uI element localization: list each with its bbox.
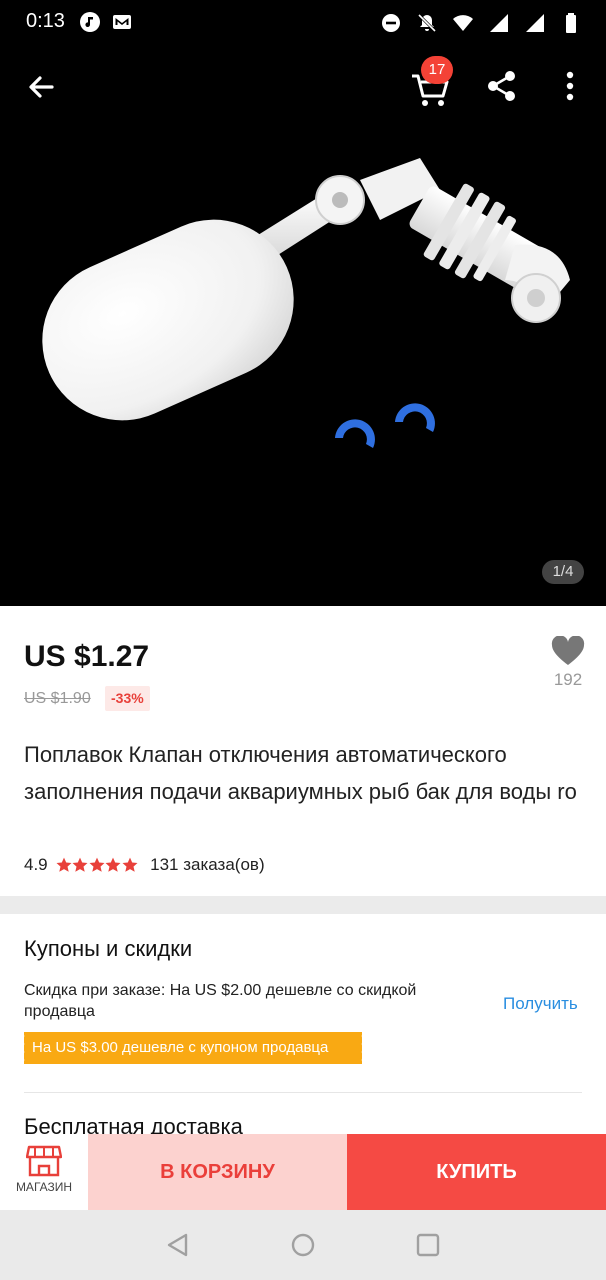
more-vert-icon[interactable] xyxy=(556,68,584,104)
original-price: US $1.90 xyxy=(24,690,91,707)
notifications-off-icon xyxy=(416,12,438,34)
coupons-title: Купоны и скидки xyxy=(24,936,193,961)
cart-count-badge: 17 xyxy=(421,56,453,84)
signal-icon xyxy=(524,12,546,34)
product-info-card: US $1.27 US $1.90 -33% 192 Поплавок Клап… xyxy=(0,606,606,896)
star-rating xyxy=(56,857,139,873)
buy-now-button[interactable]: КУПИТЬ xyxy=(347,1134,606,1210)
heart-icon xyxy=(548,636,588,666)
wifi-icon xyxy=(452,12,474,34)
star-icon xyxy=(72,857,88,872)
nav-recents-icon[interactable] xyxy=(415,1232,441,1258)
do-not-disturb-icon xyxy=(380,12,402,34)
discount-badge: -33% xyxy=(105,686,150,711)
product-title: Поплавок Клапан отключения автоматическо… xyxy=(24,742,577,804)
battery-icon xyxy=(560,12,582,34)
wishlist-count: 192 xyxy=(553,670,583,689)
get-coupon-link[interactable]: Получить xyxy=(503,994,578,1014)
seller-coupon-tag[interactable]: На US $3.00 дешевле с купоном продавца xyxy=(21,1032,362,1064)
star-icon xyxy=(56,857,72,872)
current-price: US $1.27 xyxy=(24,640,150,673)
top-toolbar: 17 xyxy=(0,56,606,116)
store-label: МАГАЗИН xyxy=(15,1180,73,1194)
product-image[interactable] xyxy=(0,120,606,560)
image-pager: 1/4 xyxy=(542,560,584,584)
star-icon xyxy=(122,857,138,872)
star-icon xyxy=(105,857,121,872)
coupons-section: Купоны и скидки Скидка при заказе: На US… xyxy=(0,914,606,1140)
add-to-cart-button[interactable]: В КОРЗИНУ xyxy=(88,1134,347,1210)
nav-home-icon[interactable] xyxy=(290,1232,316,1258)
mail-icon xyxy=(112,12,132,32)
back-arrow-icon[interactable] xyxy=(22,68,60,106)
section-divider xyxy=(24,1092,582,1093)
nav-back-icon[interactable] xyxy=(165,1232,191,1258)
star-icon xyxy=(89,857,105,872)
system-nav-bar xyxy=(0,1210,606,1280)
bottom-action-bar: МАГАЗИН В КОРЗИНУ КУПИТЬ xyxy=(0,1134,606,1210)
share-icon[interactable] xyxy=(484,68,520,104)
rating-row[interactable]: 4.9 131 заказа(ов) xyxy=(24,855,265,875)
wishlist-button[interactable]: 192 xyxy=(548,636,588,706)
rating-value: 4.9 xyxy=(24,855,48,874)
status-bar: 0:13 xyxy=(0,0,606,46)
status-time: 0:13 xyxy=(26,10,65,32)
store-icon xyxy=(0,1145,88,1177)
music-note-icon xyxy=(80,12,100,32)
store-button[interactable]: МАГАЗИН xyxy=(0,1134,88,1210)
product-gallery[interactable]: 0:13 17 1/4 xyxy=(0,0,606,606)
orders-count: 131 заказа(ов) xyxy=(150,855,265,874)
signal-icon xyxy=(488,12,510,34)
store-discount-text: Скидка при заказе: На US $2.00 дешевле с… xyxy=(24,982,417,1020)
